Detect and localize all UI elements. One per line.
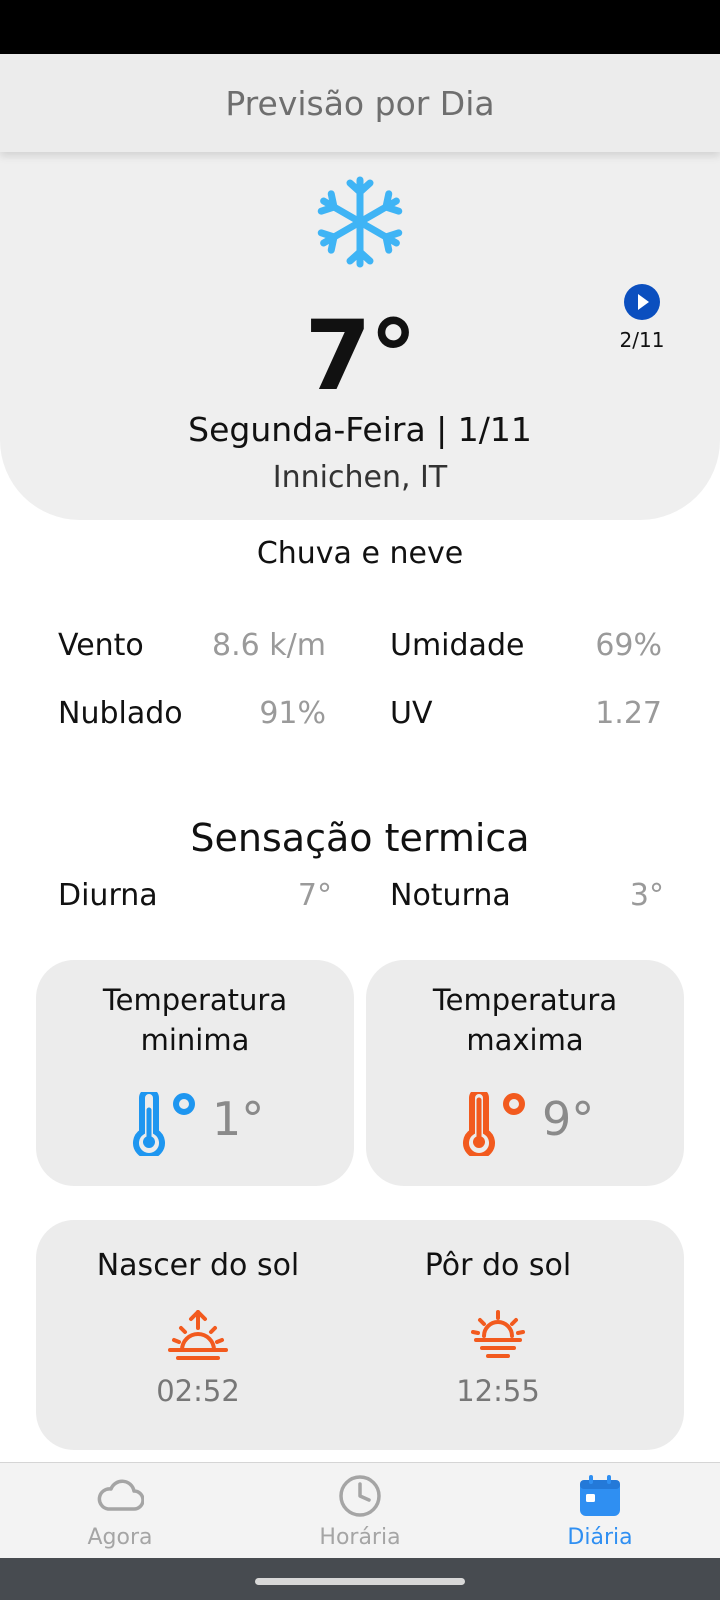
stat-value: 1.27: [595, 696, 662, 731]
stat-wind: Vento 8.6 k/m: [58, 628, 326, 663]
min-temp-value: 1°: [212, 1092, 265, 1146]
nav-diaria-label: Diária: [567, 1525, 633, 1550]
min-temp-card: Temperatura minima 1°: [36, 960, 354, 1186]
sunrise-time: 02:52: [156, 1374, 240, 1408]
stat-value: 8.6 k/m: [212, 628, 326, 663]
sun-card: Nascer do sol 02:52 Pôr do sol 12:55: [36, 1220, 684, 1450]
feels-like-day: Diurna 7°: [58, 878, 332, 913]
stat-value: 69%: [595, 628, 662, 663]
play-arrow-icon: [638, 294, 649, 310]
feels-like-night-value: 3°: [629, 878, 664, 913]
location-label: Innichen, IT: [272, 460, 448, 495]
home-gesture-handle[interactable]: [255, 1578, 465, 1585]
nav-horaria[interactable]: Horária: [240, 1463, 480, 1559]
page-title: Previsão por Dia: [225, 83, 495, 123]
stat-label: Umidade: [390, 628, 525, 663]
sunset-section: Pôr do sol 12:55: [348, 1220, 648, 1450]
forecast-date: Segunda-Feira | 1/11: [188, 410, 532, 449]
stat-uv: UV 1.27: [390, 696, 662, 731]
stat-humidity: Umidade 69%: [390, 628, 662, 663]
feels-like-night-label: Noturna: [390, 878, 511, 913]
stat-value: 91%: [259, 696, 326, 731]
thermometer-hot-icon: [462, 1088, 532, 1159]
sunrise-icon: [168, 1309, 228, 1366]
nav-diaria[interactable]: Diária: [480, 1463, 720, 1559]
min-temp-title-line1: Temperatura: [102, 983, 288, 1017]
next-day-button[interactable]: [624, 284, 660, 320]
max-temp-card: Temperatura maxima 9°: [366, 960, 684, 1186]
current-temperature: 7°: [304, 300, 418, 412]
bottom-navigation: Agora Horária Diária: [0, 1462, 720, 1558]
feels-like-day-value: 7°: [297, 878, 332, 913]
feels-like-night: Noturna 3°: [390, 878, 664, 913]
cloud-icon: [96, 1473, 145, 1519]
weather-hero: 7° Segunda-Feira | 1/11 Innichen, IT 2/1…: [0, 152, 720, 520]
feels-like-day-label: Diurna: [58, 878, 158, 913]
stat-label: Nublado: [58, 696, 183, 731]
nav-agora-label: Agora: [87, 1525, 153, 1550]
stat-label: UV: [390, 696, 433, 731]
stat-cloudiness: Nublado 91%: [58, 696, 326, 731]
calendar-icon: [576, 1473, 624, 1519]
nav-horaria-label: Horária: [319, 1525, 401, 1550]
sunset-time: 12:55: [456, 1374, 540, 1408]
sunrise-section: Nascer do sol 02:52: [48, 1220, 348, 1450]
min-temp-title: Temperatura minima: [36, 980, 354, 1060]
weather-condition: Chuva e neve: [256, 536, 464, 571]
sunset-icon: [468, 1310, 528, 1366]
thermometer-cold-icon: [132, 1088, 202, 1159]
max-temp-value: 9°: [542, 1092, 595, 1146]
snowflake-icon: [312, 172, 408, 272]
next-day-label[interactable]: 2/11: [604, 328, 680, 352]
feels-like-title: Sensação termica: [190, 816, 530, 860]
system-navigation-bar: [0, 1558, 720, 1600]
status-bar: [0, 0, 720, 54]
max-temp-title: Temperatura maxima: [366, 980, 684, 1060]
sunset-label: Pôr do sol: [424, 1248, 572, 1283]
min-temp-title-line2: minima: [140, 1023, 250, 1057]
max-temp-title-line1: Temperatura: [432, 983, 618, 1017]
app-header: Previsão por Dia: [0, 54, 720, 152]
max-temp-title-line2: maxima: [466, 1023, 584, 1057]
nav-agora[interactable]: Agora: [0, 1463, 240, 1559]
clock-icon: [336, 1473, 384, 1519]
stat-label: Vento: [58, 628, 144, 663]
sunrise-label: Nascer do sol: [96, 1248, 300, 1283]
